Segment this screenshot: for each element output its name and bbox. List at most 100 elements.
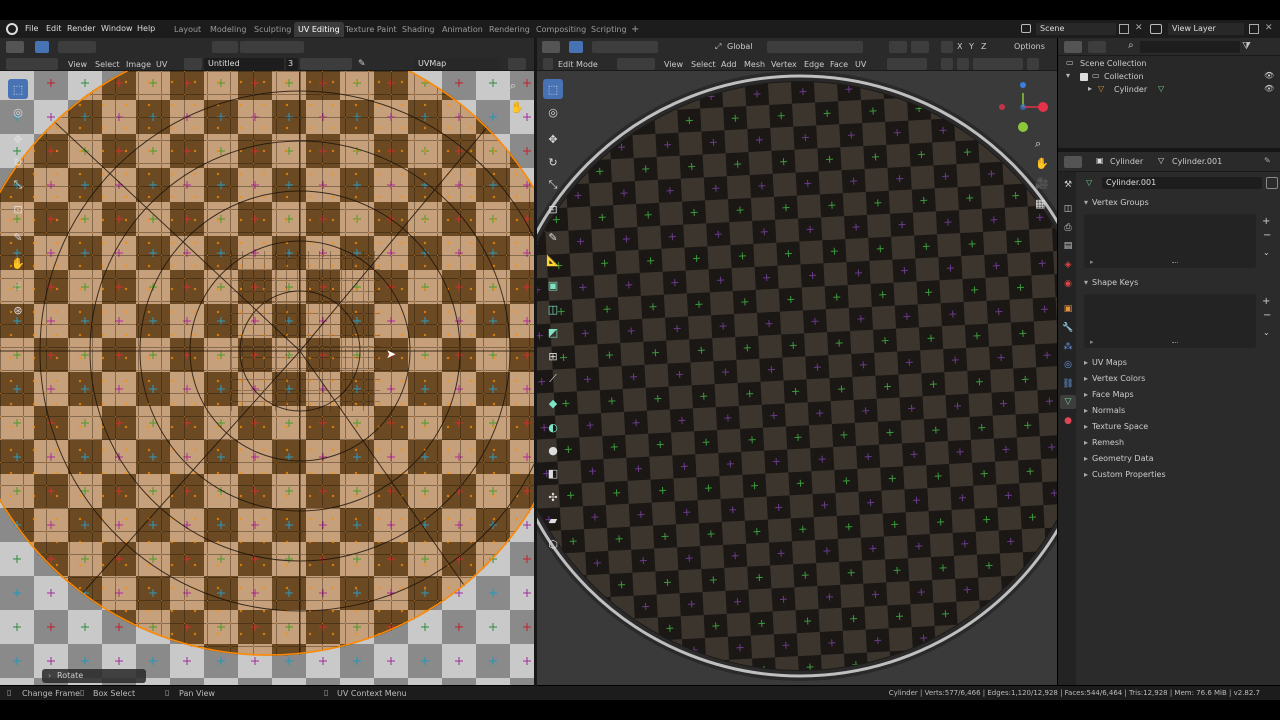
tab-rendering[interactable]: Rendering <box>485 22 534 37</box>
vp-annotate-tool-icon[interactable]: ✎ <box>543 227 563 247</box>
list-expand-icon[interactable]: ▸ <box>1090 338 1094 346</box>
ortho-toggle-icon[interactable]: ▦ <box>1035 197 1045 210</box>
visibility-eye-icon[interactable]: 👁 <box>1264 71 1274 80</box>
particles-tab-icon[interactable]: ⁂ <box>1061 340 1075 354</box>
image-users-count[interactable]: 3 <box>286 58 298 70</box>
uv-canvas[interactable]: ⬚ ◎ ✥ ↻ ⤡ ⊡ ✎ ✋ ☝ ⊛ ⌕ ✋ ➤ › Rotate <box>0 71 534 685</box>
menu-help[interactable]: Help <box>137 24 155 33</box>
local-view-icon[interactable] <box>957 58 969 70</box>
overlays-icon[interactable] <box>911 41 929 53</box>
annotate-tool-icon[interactable]: ✎ <box>8 227 28 247</box>
shape-key-specials-icon[interactable]: ⌄ <box>1263 328 1270 337</box>
mirror-axis-x[interactable]: X <box>957 42 962 51</box>
physics-tab-icon[interactable]: ◎ <box>1061 358 1075 372</box>
vertex-group-specials-icon[interactable]: ⌄ <box>1263 248 1270 257</box>
fake-user-icon[interactable] <box>1266 177 1278 189</box>
move-tool-icon[interactable]: ✥ <box>8 129 28 149</box>
image-actions-icons[interactable] <box>300 58 352 70</box>
uv-menu-view[interactable]: View <box>68 60 87 69</box>
vp-menu-face[interactable]: Face <box>830 60 848 69</box>
pivot-icon[interactable] <box>212 41 238 53</box>
viewport-select-mode-buttons[interactable] <box>592 41 658 53</box>
vp-select-box-tool-icon[interactable]: ⬚ <box>543 79 563 99</box>
viewport-editor-type-icon[interactable] <box>542 41 560 53</box>
vp-cursor-tool-icon[interactable]: ◎ <box>543 102 563 122</box>
vp-menu-view[interactable]: View <box>664 60 683 69</box>
viewport-select-tool-icon[interactable] <box>569 41 583 53</box>
panel-expand-icon[interactable]: ▾ <box>1084 278 1088 287</box>
add-workspace-icon[interactable]: + <box>627 21 643 36</box>
panel-collapse-icon[interactable]: ▸ <box>1084 374 1088 383</box>
poly-build-tool-icon[interactable]: ◆ <box>543 393 563 413</box>
rotate-tool-icon[interactable]: ↻ <box>8 152 28 172</box>
blender-logo-icon[interactable] <box>6 23 18 35</box>
grab-tool-icon[interactable]: ✋ <box>8 253 28 273</box>
world-tab-icon[interactable]: ◉ <box>1061 277 1075 291</box>
relax-tool-icon[interactable]: ☝ <box>8 276 28 296</box>
pan-hand-icon[interactable]: ✋ <box>510 101 524 114</box>
viewport-canvas[interactable]: ⬚ ◎ ✥ ↻ ⤡ ⊡ ✎ 📐 ▣ ◫ ◩ ⊞ ⟋ ◆ ◐ ● ◧ ✣ ▰ ⬡ … <box>537 71 1057 685</box>
spin-tool-icon[interactable]: ◐ <box>543 417 563 437</box>
panel-expand-icon[interactable]: ▾ <box>1084 198 1088 207</box>
uv-menu-select[interactable]: Select <box>95 60 120 69</box>
shading-options-icon[interactable] <box>1027 58 1039 70</box>
outliner-row-cylinder[interactable]: ▸ ▽ Cylinder ▽ 👁 <box>1066 84 1276 96</box>
expand-arrow-icon[interactable]: ▾ <box>1066 71 1070 80</box>
viewport-mesh-svg[interactable] <box>537 71 1057 685</box>
scale-tool-icon[interactable]: ⤡ <box>8 175 28 195</box>
delete-scene-icon[interactable]: ✕ <box>1135 23 1145 35</box>
pin-icon[interactable]: ✎ <box>1264 156 1271 165</box>
panel-collapse-icon[interactable]: ▸ <box>1084 390 1088 399</box>
inset-tool-icon[interactable]: ◫ <box>543 299 563 319</box>
display-mode-icon[interactable] <box>1088 41 1106 53</box>
mesh-datablock-icon[interactable]: ▽ <box>1086 178 1096 188</box>
vp-menu-uv[interactable]: UV <box>855 60 866 69</box>
select-box-tool-icon[interactable]: ⬚ <box>8 79 28 99</box>
uv-checker-svg[interactable] <box>0 71 534 685</box>
menu-edit[interactable]: Edit <box>46 24 62 33</box>
tab-scripting[interactable]: Scripting <box>587 22 631 37</box>
visibility-overlay-buttons[interactable] <box>887 58 927 70</box>
panel-collapse-icon[interactable]: ▸ <box>1084 454 1088 463</box>
cursor-tool-icon[interactable]: ◎ <box>8 102 28 122</box>
vp-pan-icon[interactable]: ✋ <box>1035 157 1049 170</box>
mesh-data-tab-icon[interactable]: ▽ <box>1060 395 1076 409</box>
vp-menu-select[interactable]: Select <box>691 60 716 69</box>
tab-modeling[interactable]: Modeling <box>206 22 250 37</box>
view-layer-selector[interactable]: View Layer <box>1168 23 1244 35</box>
extrude-tool-icon[interactable]: ▣ <box>543 275 563 295</box>
vp-menu-add[interactable]: Add <box>721 60 737 69</box>
uv-select-mode-buttons[interactable] <box>58 41 96 53</box>
vp-menu-edge[interactable]: Edge <box>804 60 824 69</box>
transform-tool-icon[interactable]: ⊡ <box>8 199 28 219</box>
panel-collapse-icon[interactable]: ▸ <box>1084 358 1088 367</box>
image-browse-icon[interactable] <box>184 58 202 70</box>
modifiers-tab-icon[interactable]: 🔧 <box>1061 321 1075 335</box>
bevel-tool-icon[interactable]: ◩ <box>543 322 563 342</box>
tool-tab-icon[interactable]: ⚒ <box>1061 178 1075 192</box>
new-view-layer-icon[interactable] <box>1249 24 1259 34</box>
menu-file[interactable]: File <box>25 24 38 33</box>
tab-sculpting[interactable]: Sculpting <box>250 22 295 37</box>
scene-selector[interactable]: Scene <box>1036 23 1116 35</box>
outliner-search-input[interactable] <box>1140 41 1240 53</box>
image-name-field[interactable]: Untitled <box>204 58 284 70</box>
render-tab-icon[interactable]: ◫ <box>1061 202 1075 216</box>
snap-proportional-edit-icons[interactable] <box>767 41 863 53</box>
vp-measure-tool-icon[interactable]: 📐 <box>543 250 563 270</box>
mesh-data-icon[interactable]: ▽ <box>1158 84 1164 93</box>
redo-panel-title[interactable]: Rotate <box>57 671 83 680</box>
smooth-tool-icon[interactable]: ● <box>543 440 563 460</box>
tab-compositing[interactable]: Compositing <box>532 22 590 37</box>
loop-cut-tool-icon[interactable]: ⊞ <box>543 346 563 366</box>
pinch-tool-icon[interactable]: ⊛ <box>8 300 28 320</box>
list-resize-grip[interactable] <box>1172 262 1178 264</box>
list-expand-icon[interactable]: ▸ <box>1090 258 1094 266</box>
mirror-axis-y[interactable]: Y <box>969 42 974 51</box>
tab-layout[interactable]: Layout <box>170 22 205 37</box>
pin-icon[interactable]: ✎ <box>358 59 366 69</box>
shape-keys-list[interactable]: ▸ <box>1084 294 1256 348</box>
knife-tool-icon[interactable]: ⟋ <box>543 369 563 389</box>
xray-icon[interactable] <box>941 58 953 70</box>
outliner-row-scene-collection[interactable]: ▭ Scene Collection <box>1066 58 1276 70</box>
